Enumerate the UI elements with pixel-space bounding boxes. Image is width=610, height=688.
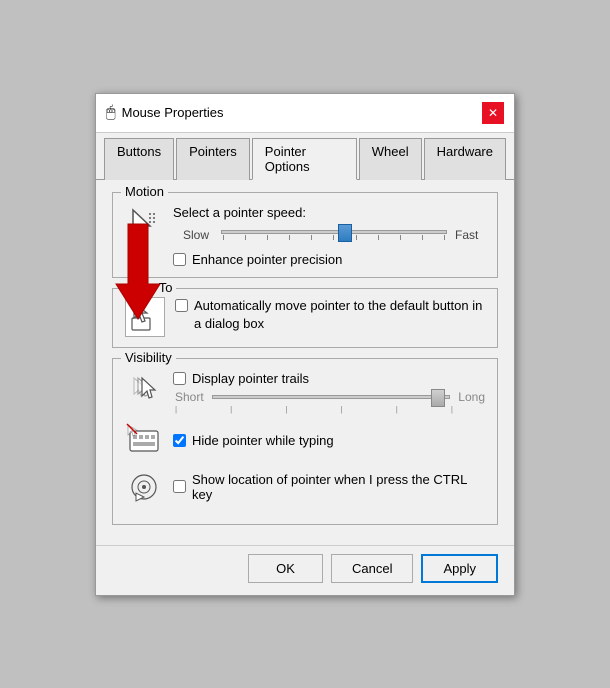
show-location-icon — [125, 468, 163, 506]
fast-label: Fast — [455, 228, 485, 242]
trails-checkbox-row: Display pointer trails — [173, 371, 485, 386]
motion-group: Motion Select a pointer speed: — [112, 192, 498, 278]
snap-content: Automatically move pointer to the defaul… — [175, 297, 485, 333]
motion-group-content: Select a pointer speed: Slow — [125, 201, 485, 267]
ctrl-label: Show location of pointer when I press th… — [192, 472, 485, 502]
tabs-bar: Buttons Pointers Pointer Options Wheel H… — [96, 133, 514, 180]
snap-checkbox[interactable] — [175, 299, 188, 312]
tab-pointer-options[interactable]: Pointer Options — [252, 138, 357, 180]
speed-slider-track — [221, 230, 447, 234]
hide-typing-checkbox[interactable] — [173, 434, 186, 447]
visibility-group: Visibility Di — [112, 358, 498, 525]
window-title: Mouse Properties — [122, 105, 224, 120]
hide-typing-label: Hide pointer while typing — [192, 433, 334, 448]
title-bar: 🖱 Mouse Properties ✕ — [96, 94, 514, 133]
show-location-content: Show location of pointer when I press th… — [173, 472, 485, 502]
mouse-properties-dialog: 🖱 Mouse Properties ✕ Buttons Pointers Po… — [95, 93, 515, 596]
trails-slider-track — [212, 395, 451, 399]
precision-label: Enhance pointer precision — [192, 252, 342, 267]
trails-checkbox[interactable] — [173, 372, 186, 385]
snap-label: Automatically move pointer to the defaul… — [194, 297, 485, 333]
hide-typing-icon — [125, 422, 163, 460]
close-button[interactable]: ✕ — [482, 102, 504, 124]
apply-button[interactable]: Apply — [421, 554, 498, 583]
pointer-trails-icon — [125, 373, 163, 411]
hide-typing-row: Hide pointer while typing — [125, 422, 485, 460]
speed-slider-container — [221, 230, 447, 240]
motion-header: Select a pointer speed: Slow — [125, 205, 485, 267]
motion-group-label: Motion — [121, 184, 168, 199]
trails-slider-thumb[interactable] — [431, 389, 445, 407]
visibility-group-content: Display pointer trails Short Long | | — [125, 367, 485, 506]
mouse-icon: 🖱 — [106, 104, 116, 122]
tab-buttons[interactable]: Buttons — [104, 138, 174, 180]
title-bar-left: 🖱 Mouse Properties — [106, 104, 224, 122]
snap-to-group: Snap To Automatically move pointer to th… — [112, 288, 498, 348]
hide-typing-content: Hide pointer while typing — [173, 433, 485, 448]
ctrl-checkbox[interactable] — [173, 480, 186, 493]
speed-slider-row: Slow — [173, 228, 485, 242]
snap-checkbox-row: Automatically move pointer to the defaul… — [175, 297, 485, 333]
tab-wheel[interactable]: Wheel — [359, 138, 422, 180]
short-label: Short — [175, 390, 204, 404]
slow-label: Slow — [183, 228, 213, 242]
trails-slider-row: Short Long — [173, 390, 485, 404]
ctrl-checkbox-row: Show location of pointer when I press th… — [173, 472, 485, 502]
dialog-footer: OK Cancel Apply — [96, 545, 514, 595]
ok-button[interactable]: OK — [248, 554, 323, 583]
snap-group-label: Snap To — [121, 280, 176, 295]
long-label: Long — [458, 390, 485, 404]
motion-body: Select a pointer speed: Slow — [173, 205, 485, 267]
precision-checkbox[interactable] — [173, 253, 186, 266]
trails-label: Display pointer trails — [192, 371, 309, 386]
show-location-row: Show location of pointer when I press th… — [125, 468, 485, 506]
tab-pointers[interactable]: Pointers — [176, 138, 250, 180]
speed-description: Select a pointer speed: — [173, 205, 485, 220]
visibility-group-label: Visibility — [121, 350, 176, 365]
snap-icon — [125, 297, 165, 337]
cancel-button[interactable]: Cancel — [331, 554, 413, 583]
cursor-speed-icon — [125, 205, 163, 243]
pointer-trails-content: Display pointer trails Short Long | | — [173, 371, 485, 414]
tab-hardware[interactable]: Hardware — [424, 138, 506, 180]
content-area: Motion Select a pointer speed: — [96, 180, 514, 545]
precision-checkbox-row: Enhance pointer precision — [173, 252, 485, 267]
snap-group-content: Automatically move pointer to the defaul… — [125, 297, 485, 337]
hide-typing-checkbox-row: Hide pointer while typing — [173, 433, 485, 448]
pointer-trails-row: Display pointer trails Short Long | | — [125, 371, 485, 414]
